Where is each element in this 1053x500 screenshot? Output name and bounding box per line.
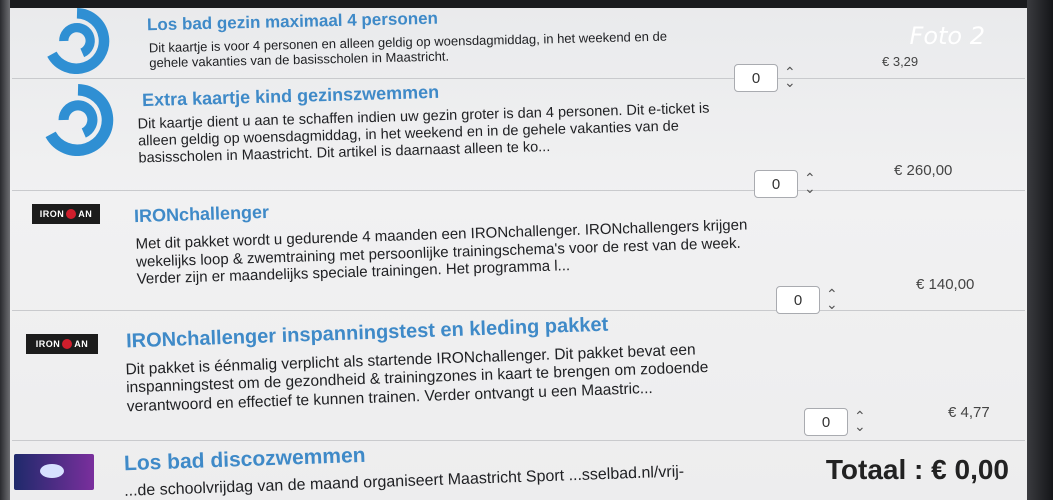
item-price: € 140,00 [916, 276, 975, 293]
item-title[interactable]: IRONchallenger [134, 202, 270, 227]
device-frame-left [0, 0, 10, 500]
list-item: 0 ⌃ ⌄ IRON AN IRONchallenger inspanningste… [12, 286, 1025, 441]
list-item: Los bad gezin maximaal 4 personen Dit ka… [12, 0, 1025, 79]
stepper-icon[interactable]: ⌃ ⌄ [854, 409, 866, 433]
ironman-logo-icon: IRON AN [26, 334, 98, 354]
item-description: Dit kaartje dient u aan te schaffen indi… [137, 100, 710, 167]
item-price: € 260,00 [894, 162, 953, 179]
device-frame-top [0, 0, 1053, 8]
item-title[interactable]: Extra kaartje kind gezinszwemmen [142, 82, 440, 111]
quantity-stepper[interactable]: 0 ⌃ ⌄ [776, 286, 838, 314]
item-description: Dit pakket is éénmalig verplicht als sta… [125, 341, 709, 415]
stepper-icon[interactable]: ⌃ ⌄ [784, 65, 796, 89]
item-price: € 3,29 [882, 54, 919, 69]
ironman-logo-icon: IRON AN [32, 204, 100, 224]
photo-caption: Foto 2 [909, 22, 985, 50]
stepper-icon[interactable]: ⌃ ⌄ [826, 287, 838, 311]
stepper-icon[interactable]: ⌃ ⌄ [804, 171, 816, 195]
device-frame-right [1027, 0, 1053, 500]
list-item: 0 ⌃ ⌄ Extra kaartje kind gezinszwemmen Di… [12, 64, 1025, 191]
quantity-stepper[interactable]: 0 ⌃ ⌄ [804, 408, 866, 436]
swim-logo-icon [45, 84, 114, 156]
item-title[interactable]: Los bad gezin maximaal 4 personen [147, 9, 438, 36]
item-description: Met dit pakket wordt u gedurende 4 maand… [135, 216, 748, 289]
item-title[interactable]: Los bad discozwemmen [124, 444, 366, 476]
quantity-stepper[interactable]: 0 ⌃ ⌄ [754, 170, 816, 198]
list-item: 0 ⌃ ⌄ IRON AN IRONchallenger Met dit pakke… [12, 170, 1025, 311]
quantity-stepper[interactable]: 0 ⌃ ⌄ [734, 64, 796, 92]
total-amount: Totaal : € 0,00 [825, 454, 1009, 485]
item-price: € 4,77 [948, 404, 990, 421]
swim-logo-icon [47, 8, 110, 74]
item-description: Dit kaartje is voor 4 personen en alleen… [148, 28, 668, 71]
quantity-input[interactable]: 0 [754, 170, 798, 198]
product-list-screen: Los bad gezin maximaal 4 personen Dit ka… [0, 0, 1053, 500]
quantity-input[interactable]: 0 [734, 64, 778, 92]
quantity-input[interactable]: 0 [776, 286, 820, 314]
disco-logo-icon [14, 454, 94, 490]
quantity-input[interactable]: 0 [804, 408, 848, 436]
